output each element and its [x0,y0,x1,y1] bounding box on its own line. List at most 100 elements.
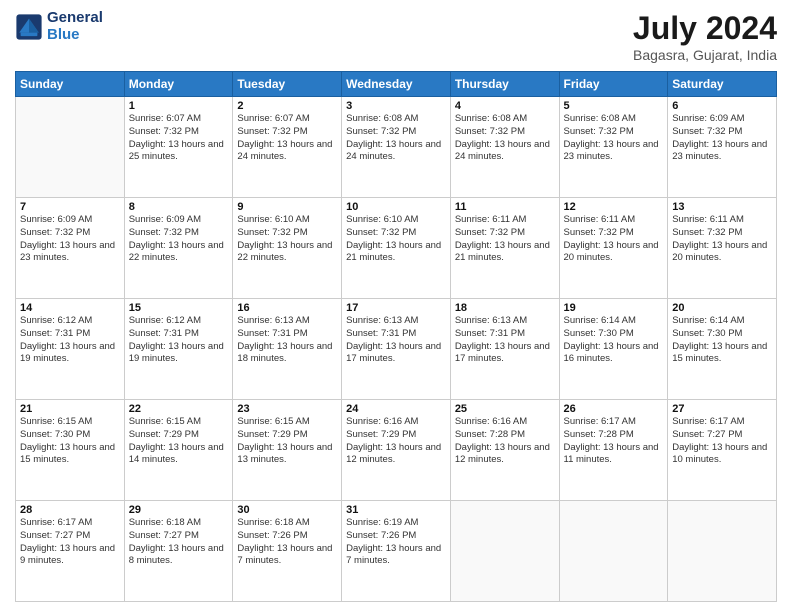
cell-info: Sunrise: 6:08 AM Sunset: 7:32 PM Dayligh… [346,113,446,164]
calendar-cell [559,501,668,602]
calendar-cell: 24Sunrise: 6:16 AM Sunset: 7:29 PM Dayli… [342,400,451,501]
cell-info: Sunrise: 6:07 AM Sunset: 7:32 PM Dayligh… [129,113,229,164]
calendar-cell: 11Sunrise: 6:11 AM Sunset: 7:32 PM Dayli… [450,198,559,299]
cell-info: Sunrise: 6:10 AM Sunset: 7:32 PM Dayligh… [346,214,446,265]
calendar-cell: 15Sunrise: 6:12 AM Sunset: 7:31 PM Dayli… [124,299,233,400]
cell-day-number: 23 [237,403,337,415]
day-header-friday: Friday [559,72,668,97]
cell-info: Sunrise: 6:09 AM Sunset: 7:32 PM Dayligh… [20,214,120,265]
calendar-cell: 28Sunrise: 6:17 AM Sunset: 7:27 PM Dayli… [16,501,125,602]
day-header-wednesday: Wednesday [342,72,451,97]
day-header-tuesday: Tuesday [233,72,342,97]
cell-info: Sunrise: 6:15 AM Sunset: 7:30 PM Dayligh… [20,416,120,467]
cell-day-number: 1 [129,100,229,112]
cell-day-number: 11 [455,201,555,213]
calendar-cell: 5Sunrise: 6:08 AM Sunset: 7:32 PM Daylig… [559,97,668,198]
cell-day-number: 27 [672,403,772,415]
calendar-cell: 21Sunrise: 6:15 AM Sunset: 7:30 PM Dayli… [16,400,125,501]
day-header-monday: Monday [124,72,233,97]
calendar-cell: 14Sunrise: 6:12 AM Sunset: 7:31 PM Dayli… [16,299,125,400]
cell-day-number: 24 [346,403,446,415]
cell-day-number: 20 [672,302,772,314]
cell-info: Sunrise: 6:18 AM Sunset: 7:26 PM Dayligh… [237,517,337,568]
cell-day-number: 16 [237,302,337,314]
cell-info: Sunrise: 6:13 AM Sunset: 7:31 PM Dayligh… [237,315,337,366]
cell-info: Sunrise: 6:09 AM Sunset: 7:32 PM Dayligh… [672,113,772,164]
cell-info: Sunrise: 6:12 AM Sunset: 7:31 PM Dayligh… [129,315,229,366]
calendar-cell: 27Sunrise: 6:17 AM Sunset: 7:27 PM Dayli… [668,400,777,501]
cell-info: Sunrise: 6:16 AM Sunset: 7:28 PM Dayligh… [455,416,555,467]
cell-info: Sunrise: 6:10 AM Sunset: 7:32 PM Dayligh… [237,214,337,265]
cell-info: Sunrise: 6:17 AM Sunset: 7:28 PM Dayligh… [564,416,664,467]
logo-text: General Blue [47,10,103,43]
header: General Blue July 2024 Bagasra, Gujarat,… [15,10,777,63]
cell-info: Sunrise: 6:11 AM Sunset: 7:32 PM Dayligh… [672,214,772,265]
cell-day-number: 17 [346,302,446,314]
calendar-week-row: 21Sunrise: 6:15 AM Sunset: 7:30 PM Dayli… [16,400,777,501]
day-header-sunday: Sunday [16,72,125,97]
calendar-table: SundayMondayTuesdayWednesdayThursdayFrid… [15,71,777,602]
cell-info: Sunrise: 6:15 AM Sunset: 7:29 PM Dayligh… [237,416,337,467]
calendar-cell: 31Sunrise: 6:19 AM Sunset: 7:26 PM Dayli… [342,501,451,602]
cell-info: Sunrise: 6:14 AM Sunset: 7:30 PM Dayligh… [672,315,772,366]
sub-title: Bagasra, Gujarat, India [633,47,777,63]
calendar-cell: 9Sunrise: 6:10 AM Sunset: 7:32 PM Daylig… [233,198,342,299]
cell-day-number: 19 [564,302,664,314]
calendar-week-row: 7Sunrise: 6:09 AM Sunset: 7:32 PM Daylig… [16,198,777,299]
cell-day-number: 30 [237,504,337,516]
cell-day-number: 15 [129,302,229,314]
calendar-cell: 20Sunrise: 6:14 AM Sunset: 7:30 PM Dayli… [668,299,777,400]
cell-info: Sunrise: 6:17 AM Sunset: 7:27 PM Dayligh… [672,416,772,467]
logo: General Blue [15,10,103,43]
calendar-header-row: SundayMondayTuesdayWednesdayThursdayFrid… [16,72,777,97]
calendar-cell: 25Sunrise: 6:16 AM Sunset: 7:28 PM Dayli… [450,400,559,501]
calendar-cell: 29Sunrise: 6:18 AM Sunset: 7:27 PM Dayli… [124,501,233,602]
cell-info: Sunrise: 6:11 AM Sunset: 7:32 PM Dayligh… [455,214,555,265]
calendar-cell: 23Sunrise: 6:15 AM Sunset: 7:29 PM Dayli… [233,400,342,501]
cell-day-number: 9 [237,201,337,213]
cell-day-number: 13 [672,201,772,213]
cell-day-number: 6 [672,100,772,112]
day-header-saturday: Saturday [668,72,777,97]
logo-line1: General [47,10,103,27]
calendar-cell: 19Sunrise: 6:14 AM Sunset: 7:30 PM Dayli… [559,299,668,400]
cell-day-number: 8 [129,201,229,213]
cell-info: Sunrise: 6:12 AM Sunset: 7:31 PM Dayligh… [20,315,120,366]
main-title: July 2024 [633,10,777,47]
calendar-cell: 4Sunrise: 6:08 AM Sunset: 7:32 PM Daylig… [450,97,559,198]
cell-info: Sunrise: 6:13 AM Sunset: 7:31 PM Dayligh… [455,315,555,366]
cell-day-number: 14 [20,302,120,314]
calendar-cell: 13Sunrise: 6:11 AM Sunset: 7:32 PM Dayli… [668,198,777,299]
calendar-cell: 6Sunrise: 6:09 AM Sunset: 7:32 PM Daylig… [668,97,777,198]
cell-day-number: 10 [346,201,446,213]
cell-info: Sunrise: 6:14 AM Sunset: 7:30 PM Dayligh… [564,315,664,366]
cell-day-number: 18 [455,302,555,314]
cell-info: Sunrise: 6:07 AM Sunset: 7:32 PM Dayligh… [237,113,337,164]
cell-info: Sunrise: 6:19 AM Sunset: 7:26 PM Dayligh… [346,517,446,568]
calendar-cell [450,501,559,602]
calendar-cell: 10Sunrise: 6:10 AM Sunset: 7:32 PM Dayli… [342,198,451,299]
calendar-cell: 3Sunrise: 6:08 AM Sunset: 7:32 PM Daylig… [342,97,451,198]
calendar-cell [668,501,777,602]
cell-info: Sunrise: 6:11 AM Sunset: 7:32 PM Dayligh… [564,214,664,265]
cell-info: Sunrise: 6:15 AM Sunset: 7:29 PM Dayligh… [129,416,229,467]
calendar-cell: 16Sunrise: 6:13 AM Sunset: 7:31 PM Dayli… [233,299,342,400]
cell-info: Sunrise: 6:08 AM Sunset: 7:32 PM Dayligh… [455,113,555,164]
logo-line2: Blue [47,27,103,44]
calendar-cell: 30Sunrise: 6:18 AM Sunset: 7:26 PM Dayli… [233,501,342,602]
cell-day-number: 3 [346,100,446,112]
cell-day-number: 7 [20,201,120,213]
calendar-week-row: 28Sunrise: 6:17 AM Sunset: 7:27 PM Dayli… [16,501,777,602]
calendar-cell: 17Sunrise: 6:13 AM Sunset: 7:31 PM Dayli… [342,299,451,400]
calendar-cell: 22Sunrise: 6:15 AM Sunset: 7:29 PM Dayli… [124,400,233,501]
cell-info: Sunrise: 6:17 AM Sunset: 7:27 PM Dayligh… [20,517,120,568]
cell-day-number: 28 [20,504,120,516]
cell-info: Sunrise: 6:08 AM Sunset: 7:32 PM Dayligh… [564,113,664,164]
cell-day-number: 5 [564,100,664,112]
calendar-cell: 18Sunrise: 6:13 AM Sunset: 7:31 PM Dayli… [450,299,559,400]
cell-info: Sunrise: 6:09 AM Sunset: 7:32 PM Dayligh… [129,214,229,265]
cell-info: Sunrise: 6:18 AM Sunset: 7:27 PM Dayligh… [129,517,229,568]
cell-info: Sunrise: 6:16 AM Sunset: 7:29 PM Dayligh… [346,416,446,467]
cell-info: Sunrise: 6:13 AM Sunset: 7:31 PM Dayligh… [346,315,446,366]
day-header-thursday: Thursday [450,72,559,97]
